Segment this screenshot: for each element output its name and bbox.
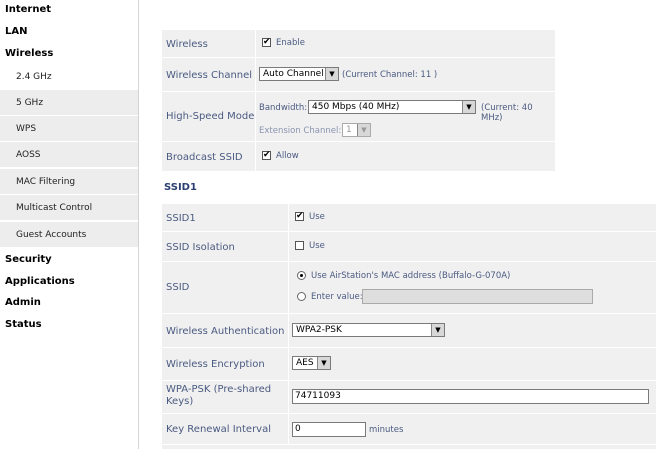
- wireless-label: Wireless: [166, 39, 208, 50]
- ssid-enter-value-input[interactable]: [362, 289, 593, 304]
- sidebar-nav: Internet LAN Wireless 2.4 GHz 5 GHz WPS …: [0, 0, 139, 449]
- key-renewal-interval-label: Key Renewal Interval: [166, 424, 272, 435]
- wireless-enable-checkbox[interactable]: ✔: [262, 38, 271, 47]
- ssid-mac-address-text: Use AirStation's MAC address (Buffalo-G-…: [311, 271, 511, 281]
- bandwidth-label: Bandwidth:: [259, 103, 308, 113]
- row-next-partial: [162, 445, 656, 450]
- nav-wireless-mac-filtering[interactable]: MAC Filtering: [0, 169, 138, 195]
- nav-wireless[interactable]: Wireless: [5, 48, 53, 59]
- nav-wireless-aoss[interactable]: AOSS: [0, 142, 138, 168]
- row-ssid: SSID Use AirStation's MAC address (Buffa…: [162, 262, 656, 314]
- extension-channel-value: 1: [346, 125, 352, 135]
- row-wireless: Wireless ✔ Enable: [162, 30, 555, 58]
- ssid1-use-text: Use: [309, 212, 325, 222]
- ssid-enter-value-text: Enter value:: [311, 292, 363, 302]
- wireless-authentication-label: Wireless Authentication: [166, 326, 285, 337]
- wireless-channel-value: Auto Channel: [263, 69, 324, 79]
- wireless-authentication-select[interactable]: WPA2-PSK ▼: [292, 323, 445, 337]
- nav-wireless-2-4ghz[interactable]: 2.4 GHz: [0, 64, 138, 90]
- nav-security[interactable]: Security: [5, 254, 52, 265]
- extension-channel-select[interactable]: 1 ▼: [342, 123, 371, 137]
- wireless-channel-label: Wireless Channel: [166, 70, 253, 81]
- nav-admin[interactable]: Admin: [5, 297, 41, 308]
- bandwidth-current-text: (Current: 40 MHz): [481, 103, 533, 123]
- chevron-down-icon: ▼: [462, 101, 475, 113]
- wireless-authentication-value: WPA2-PSK: [296, 325, 342, 335]
- bandwidth-value: 450 Mbps (40 MHz): [312, 102, 400, 112]
- row-ssid-isolation: SSID Isolation Use: [162, 232, 656, 262]
- chevron-down-icon: ▼: [325, 68, 338, 80]
- chevron-down-icon: ▼: [317, 357, 330, 369]
- wireless-channel-select[interactable]: Auto Channel ▼: [259, 67, 339, 81]
- nav-internet[interactable]: Internet: [5, 4, 51, 15]
- broadcast-ssid-text: Allow: [276, 151, 299, 161]
- chevron-down-icon: ▼: [357, 124, 370, 136]
- nav-lan[interactable]: LAN: [5, 26, 27, 37]
- nav-status[interactable]: Status: [5, 319, 42, 330]
- nav-wireless-5ghz[interactable]: 5 GHz: [0, 90, 138, 116]
- ssid-isolation-text: Use: [309, 241, 325, 251]
- wireless-enable-text: Enable: [276, 38, 305, 48]
- row-wireless-authentication: Wireless Authentication WPA2-PSK ▼: [162, 314, 656, 348]
- extension-channel-label: Extension Channel:: [259, 126, 342, 136]
- row-wireless-channel: Wireless Channel Auto Channel ▼ (Current…: [162, 58, 555, 92]
- ssid-label: SSID: [166, 282, 190, 293]
- high-speed-mode-label: High-Speed Mode: [166, 111, 255, 122]
- ssid1-section-title: SSID1: [164, 182, 197, 193]
- ssid1-label: SSID1: [166, 213, 196, 224]
- ssid-enter-value-radio[interactable]: [297, 292, 306, 301]
- row-ssid1: SSID1 ✔ Use: [162, 204, 656, 232]
- wpa-psk-label: WPA-PSK (Pre-shared Keys): [166, 384, 272, 407]
- wireless-encryption-label: Wireless Encryption: [166, 359, 265, 370]
- key-renewal-unit: minutes: [369, 425, 404, 435]
- nav-wireless-multicast-control[interactable]: Multicast Control: [0, 195, 138, 221]
- current-channel-text: (Current Channel: 11 ): [342, 70, 438, 80]
- ssid-isolation-label: SSID Isolation: [166, 242, 235, 253]
- row-broadcast-ssid: Broadcast SSID ✔ Allow: [162, 142, 555, 172]
- nav-wireless-wps[interactable]: WPS: [0, 116, 138, 142]
- key-renewal-interval-input[interactable]: 0: [292, 422, 366, 437]
- nav-wireless-guest-accounts[interactable]: Guest Accounts: [0, 222, 138, 248]
- settings-panel: Wireless ✔ Enable Wireless Channel Auto C…: [162, 0, 658, 450]
- row-wpa-psk: WPA-PSK (Pre-shared Keys) 74711093: [162, 381, 656, 414]
- wireless-encryption-select[interactable]: AES ▼: [292, 356, 331, 370]
- broadcast-ssid-label: Broadcast SSID: [166, 152, 243, 163]
- ssid-isolation-checkbox[interactable]: [295, 241, 304, 250]
- row-high-speed-mode: High-Speed Mode Bandwidth: 450 Mbps (40 …: [162, 92, 555, 142]
- ssid-mac-address-radio[interactable]: [297, 271, 306, 280]
- ssid1-use-checkbox[interactable]: ✔: [295, 212, 304, 221]
- row-wireless-encryption: Wireless Encryption AES ▼: [162, 348, 656, 381]
- broadcast-ssid-checkbox[interactable]: ✔: [262, 151, 271, 160]
- wireless-encryption-value: AES: [296, 358, 314, 368]
- bandwidth-select[interactable]: 450 Mbps (40 MHz) ▼: [308, 100, 476, 114]
- wpa-psk-input[interactable]: 74711093: [292, 389, 649, 404]
- row-key-renewal-interval: Key Renewal Interval 0 minutes: [162, 414, 656, 445]
- chevron-down-icon: ▼: [431, 324, 444, 336]
- nav-applications[interactable]: Applications: [5, 276, 75, 287]
